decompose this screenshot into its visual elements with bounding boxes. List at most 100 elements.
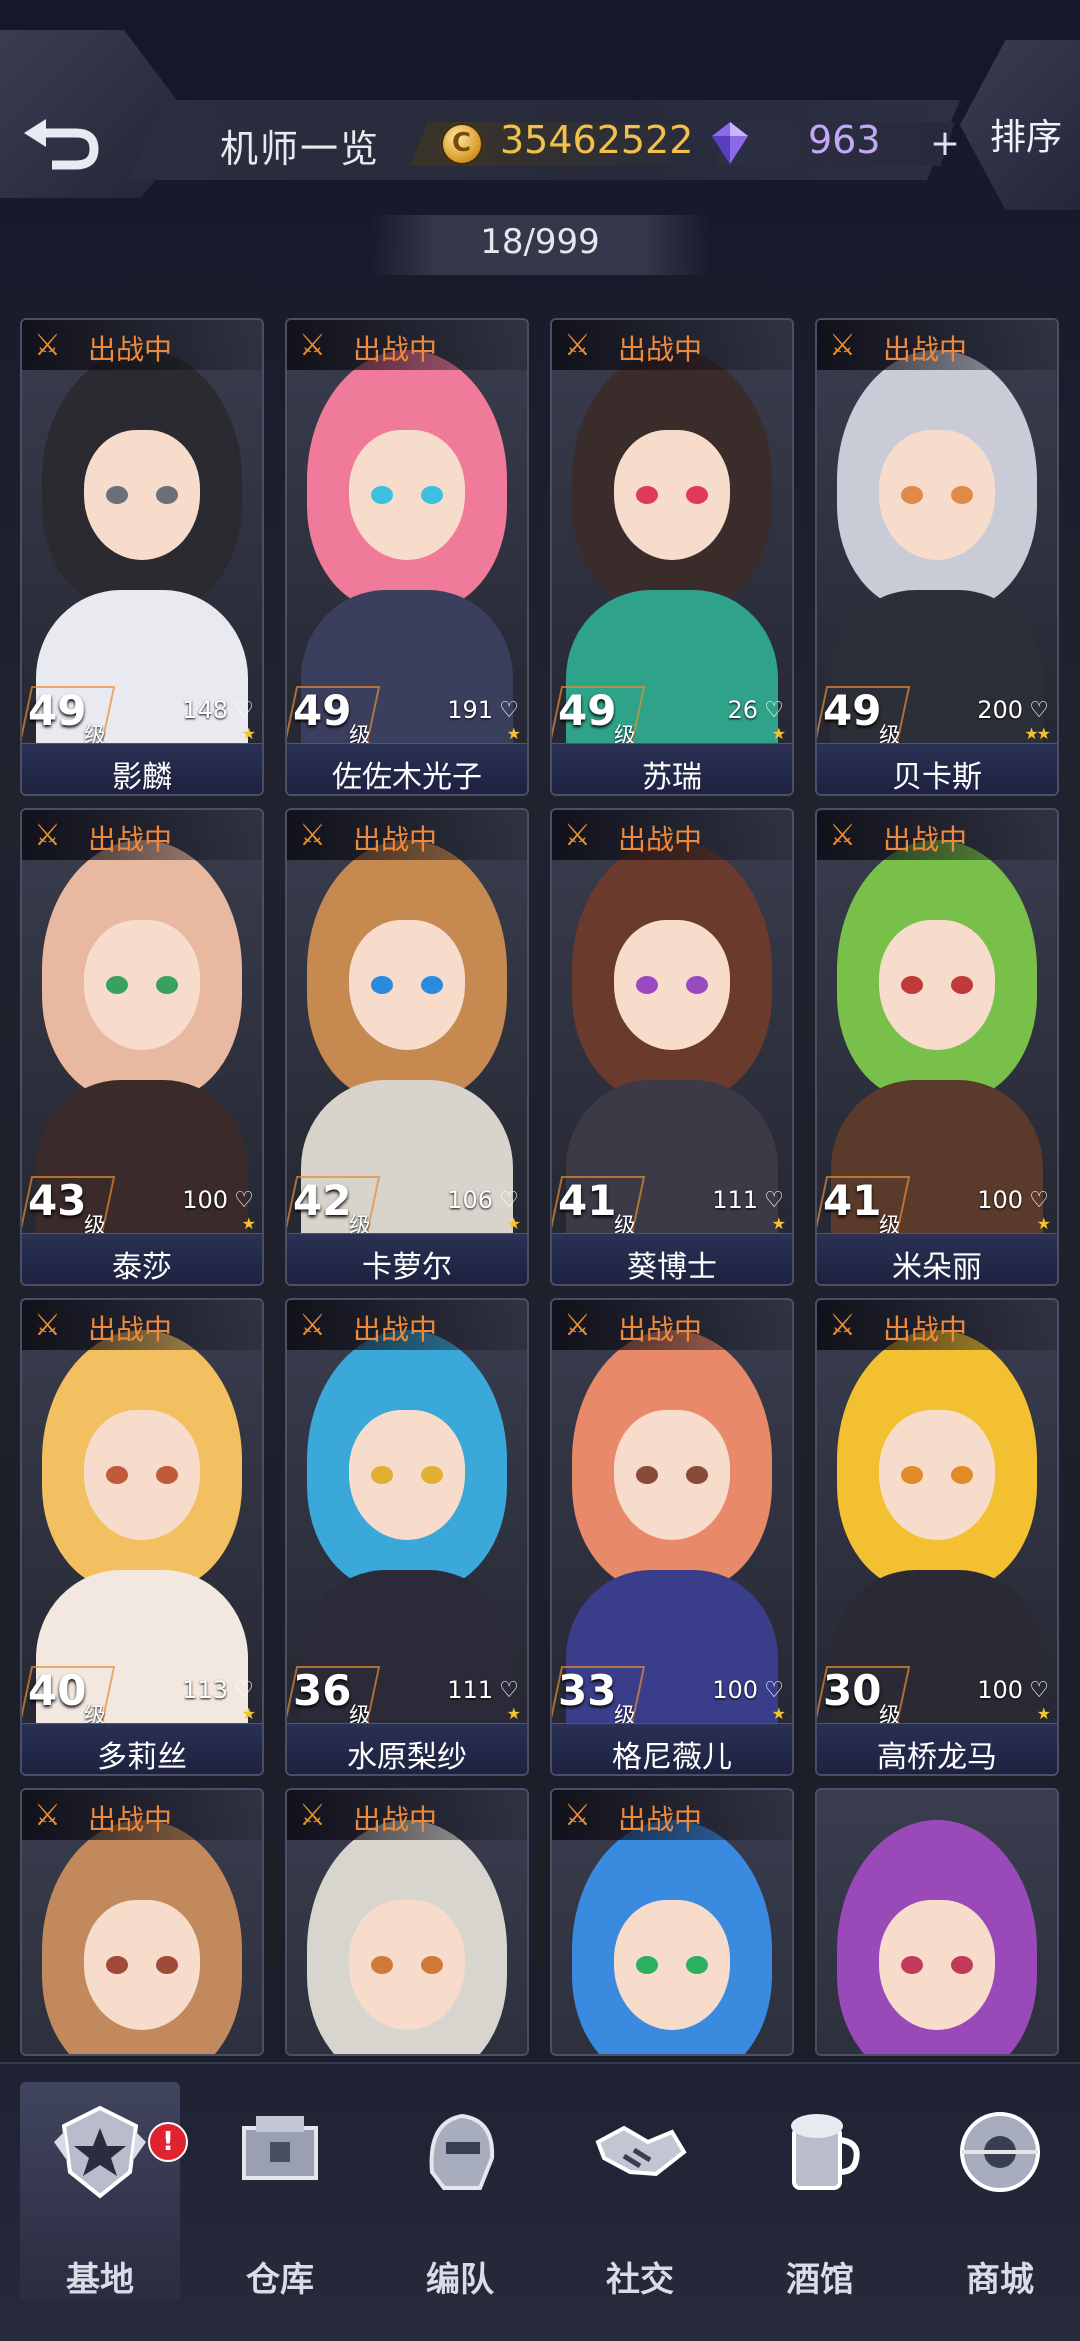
portrait-eye-right: [686, 1466, 708, 1484]
pilot-stars: ★: [771, 1214, 786, 1233]
pilot-level: 49: [293, 686, 352, 735]
crossed-swords-icon: ⚔: [34, 1798, 61, 1833]
affinity-heart-icon: ♡: [499, 1188, 519, 1213]
pilot-card[interactable]: ⚔ 出战中 33 级 100 ♡ ★ 格尼薇儿: [550, 1298, 794, 1776]
status-banner: ⚔ 出战中: [817, 320, 1057, 370]
crossed-swords-icon: ⚔: [299, 818, 326, 853]
pilot-affinity: 113: [182, 1676, 228, 1704]
affinity-heart-icon: ♡: [764, 1678, 784, 1703]
formation-helmet-icon: [410, 2102, 510, 2202]
pilot-stars: ★: [771, 1704, 786, 1723]
pilot-card[interactable]: ⚔ 出战中 30 级 100 ♡ ★ 高桥龙马: [815, 1298, 1059, 1776]
nav-item-2[interactable]: 编队: [380, 2082, 540, 2302]
portrait-face: [84, 1900, 200, 2030]
warehouse-crate-icon: [230, 2102, 330, 2202]
status-label: 出战中: [88, 823, 173, 856]
name-bar: 葵博士: [552, 1233, 792, 1284]
pilot-card[interactable]: ⚔ 出战中 40 级 113 ♡ ★ 多莉丝: [20, 1298, 264, 1776]
status-banner: ⚔ 出战中: [287, 810, 527, 860]
portrait-eye-right: [421, 976, 443, 994]
crossed-swords-icon: ⚔: [299, 328, 326, 363]
portrait-face: [614, 920, 730, 1050]
affinity-heart-icon: ♡: [234, 1188, 254, 1213]
pilot-card[interactable]: ⚔ 出战中: [550, 1788, 794, 2056]
tavern-mug-icon: [770, 2102, 870, 2202]
portrait-eye-left: [371, 976, 393, 994]
sort-button[interactable]: 排序: [990, 108, 1062, 160]
pilot-card[interactable]: ⚔ 出战中 41 级 111 ♡ ★ 葵博士: [550, 808, 794, 1286]
pilot-name: 苏瑞: [642, 760, 702, 795]
pilot-level: 30: [823, 1666, 882, 1715]
portrait-eye-left: [106, 486, 128, 504]
portrait-face: [349, 920, 465, 1050]
nav-item-1[interactable]: 仓库: [200, 2082, 360, 2302]
pilot-affinity: 100: [977, 1186, 1023, 1214]
base-star-shield-icon: [50, 2102, 150, 2202]
crossed-swords-icon: ⚔: [564, 1798, 591, 1833]
pilot-card[interactable]: ⚔ 出战中: [20, 1788, 264, 2056]
portrait-eye-right: [951, 486, 973, 504]
pilot-level: 49: [28, 686, 87, 735]
portrait-face: [349, 1410, 465, 1540]
portrait-face: [349, 430, 465, 560]
nav-label: 商城: [966, 2260, 1034, 2300]
status-label: 出战中: [353, 1313, 438, 1346]
nav-item-0[interactable]: 基地: [20, 2082, 180, 2302]
pilot-card[interactable]: ⚔ 出战中 49 级 26 ♡ ★ 苏瑞: [550, 318, 794, 796]
portrait-eye-left: [371, 1956, 393, 1974]
portrait-face: [84, 1410, 200, 1540]
pilot-card[interactable]: ⚔ 出战中 43 级 100 ♡ ★ 泰莎: [20, 808, 264, 1286]
add-gems-button[interactable]: +: [926, 126, 964, 164]
pilot-affinity: 200: [977, 696, 1023, 724]
portrait-eye-left: [106, 1466, 128, 1484]
pilot-card[interactable]: ⚔ 出战中: [285, 1788, 529, 2056]
pilot-name: 高桥龙马: [877, 1740, 997, 1775]
pilot-card[interactable]: ⚔ 出战中 41 级 100 ♡ ★ 米朵丽: [815, 808, 1059, 1286]
nav-item-4[interactable]: 酒馆: [740, 2082, 900, 2302]
status-label: 出战中: [883, 1313, 968, 1346]
pilot-level: 41: [558, 1176, 617, 1225]
status-label: 出战中: [353, 823, 438, 856]
pilot-card[interactable]: ⚔ 出战中 49 级 200 ♡ ★★ 贝卡斯: [815, 318, 1059, 796]
pilot-name: 米朵丽: [892, 1250, 982, 1285]
pilot-card[interactable]: ⚔ 出战中 49 级 148 ♡ ★ 影麟: [20, 318, 264, 796]
pilot-level: 36: [293, 1666, 352, 1715]
pilot-card[interactable]: ⚔ 出战中 36 级 111 ♡ ★ 水原梨纱: [285, 1298, 529, 1776]
pilot-card[interactable]: ⚔ 出战中 49 级 191 ♡ ★ 佐佐木光子: [285, 318, 529, 796]
nav-item-5[interactable]: 商城: [920, 2082, 1080, 2302]
name-bar: 贝卡斯: [817, 743, 1057, 794]
gold-value: 35462522: [500, 118, 694, 162]
portrait-face: [349, 1900, 465, 2030]
crossed-swords-icon: ⚔: [564, 1308, 591, 1343]
portrait-face: [879, 1900, 995, 2030]
status-banner: ⚔ 出战中: [817, 810, 1057, 860]
status-banner: ⚔ 出战中: [22, 1790, 262, 1840]
pilot-name: 多莉丝: [97, 1740, 187, 1775]
status-label: 出战中: [353, 333, 438, 366]
handshake-icon: [590, 2102, 690, 2202]
coin-icon: [440, 122, 484, 166]
portrait-eye-left: [106, 1956, 128, 1974]
back-button[interactable]: [6, 110, 116, 180]
pilot-card[interactable]: [815, 1788, 1059, 2056]
pilot-stars: ★: [506, 1214, 521, 1233]
portrait-eye-left: [636, 976, 658, 994]
crossed-swords-icon: ⚔: [34, 1308, 61, 1343]
pilot-count: 18/999: [480, 222, 600, 262]
portrait-eye-right: [686, 1956, 708, 1974]
crossed-swords-icon: ⚔: [829, 1308, 856, 1343]
nav-label: 仓库: [246, 2260, 314, 2300]
status-label: 出战中: [618, 823, 703, 856]
status-banner: ⚔ 出战中: [817, 1300, 1057, 1350]
status-label: 出战中: [618, 1803, 703, 1836]
portrait-face: [879, 920, 995, 1050]
status-banner: ⚔ 出战中: [552, 320, 792, 370]
pilot-affinity: 148: [182, 696, 228, 724]
nav-item-3[interactable]: 社交: [560, 2082, 720, 2302]
pilot-card[interactable]: ⚔ 出战中 42 级 106 ♡ ★ 卡萝尔: [285, 808, 529, 1286]
name-bar: 佐佐木光子: [287, 743, 527, 794]
portrait-eye-left: [636, 486, 658, 504]
portrait-face: [84, 430, 200, 560]
nav-label: 社交: [606, 2260, 674, 2300]
pilot-name: 泰莎: [112, 1250, 172, 1285]
